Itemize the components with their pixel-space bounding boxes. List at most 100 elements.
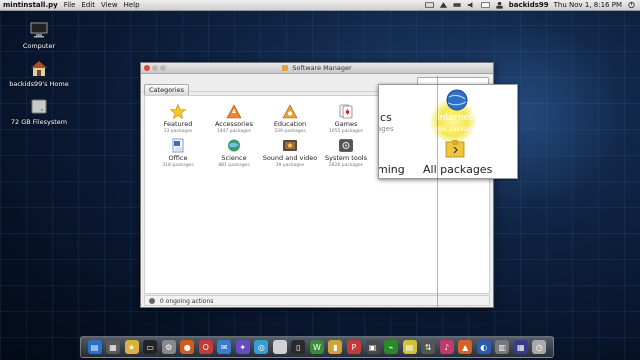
category-system-tools[interactable]: System tools 2826 packages [315, 138, 377, 168]
category-count: 2826 packages [328, 163, 364, 168]
zoom-fragment-graphics: ics [378, 111, 392, 124]
menu-file[interactable]: File [64, 1, 76, 9]
window-title: Software Manager [292, 64, 352, 72]
chat-icon[interactable]: ✦ [235, 340, 250, 354]
desktop-home[interactable]: backids99's Home [4, 58, 74, 88]
category-name: Science [221, 154, 247, 162]
word-icon[interactable]: W [309, 340, 324, 354]
activity-icon [149, 298, 155, 304]
window-titlebar[interactable]: Software Manager [141, 63, 493, 74]
presentation-icon[interactable]: P [346, 340, 361, 354]
desktop-label: 72 GB Filesystem [10, 118, 68, 126]
vlc-icon[interactable]: ▲ [458, 340, 473, 354]
category-accessories[interactable]: Accessories 1447 packages [203, 104, 265, 134]
browser-icon[interactable]: ◐ [476, 340, 491, 354]
archive-icon[interactable]: ▤ [402, 340, 417, 354]
monitor-icon[interactable]: ⌁ [384, 340, 399, 354]
category-office[interactable]: Office 318 packages [147, 138, 209, 168]
top-panel: mintinstall.py File Edit View Help backi… [0, 0, 640, 11]
files-icon[interactable]: ▦ [106, 340, 121, 354]
category-education[interactable]: Education 539 packages [259, 104, 321, 134]
app-title: mintinstall.py [3, 1, 58, 9]
category-name: Games [334, 120, 358, 128]
category-name: Accessories [214, 120, 254, 128]
maximize-button[interactable] [160, 65, 166, 71]
menu-edit[interactable]: Edit [81, 1, 95, 9]
minimize-button[interactable] [152, 65, 158, 71]
menu-icon[interactable]: ▤ [87, 340, 102, 354]
all-packages-icon [445, 140, 465, 158]
star-launcher-icon[interactable]: ★ [124, 340, 139, 354]
category-count: 318 packages [162, 163, 194, 168]
network-manager-icon[interactable]: ⇅ [421, 340, 436, 354]
category-name: Office [168, 154, 188, 162]
category-name: Education [273, 120, 307, 128]
system-tools-icon [339, 139, 353, 152]
category-count: 1447 packages [216, 129, 252, 134]
category-name: Sound and video [262, 154, 318, 162]
category-games[interactable]: Games 1055 packages [315, 104, 377, 134]
volume-icon[interactable] [467, 1, 476, 9]
mail-client-icon[interactable]: ✉ [217, 340, 232, 354]
category-featured[interactable]: Featured 33 packages [147, 104, 209, 134]
accessories-icon [226, 104, 242, 119]
sound-video-icon [283, 140, 297, 151]
category-count: 881 packages [218, 163, 250, 168]
category-science[interactable]: Science 881 packages [203, 138, 265, 168]
category-name: Featured [163, 120, 193, 128]
trash-icon[interactable]: ▥ [495, 340, 510, 354]
document-icon[interactable] [272, 340, 287, 354]
menu-help[interactable]: Help [124, 1, 140, 9]
clock[interactable]: Thu Nov 1, 8:16 PM [554, 1, 622, 9]
user-icon[interactable] [495, 1, 504, 9]
status-bar: 0 ongoing actions [144, 295, 490, 306]
science-icon [228, 139, 240, 152]
settings-icon[interactable]: ⚙ [161, 340, 176, 354]
firefox-icon[interactable]: ● [180, 340, 195, 354]
desktop-label: backids99's Home [9, 80, 69, 88]
power-icon[interactable] [627, 1, 636, 9]
mail-icon[interactable] [480, 1, 490, 9]
internet-count: 486 packages [434, 125, 480, 133]
category-count: 33 packages [163, 129, 193, 134]
desktop-computer[interactable]: Computer [4, 20, 74, 50]
opera-icon[interactable]: O [198, 340, 213, 354]
star-icon [170, 104, 186, 119]
category-count: 1055 packages [328, 129, 364, 134]
media-icon[interactable]: ♪ [439, 340, 454, 354]
folder-icon[interactable]: ▮ [328, 340, 343, 354]
battery-icon[interactable] [453, 1, 462, 9]
category-sound-video[interactable]: Sound and video 39 packages [259, 138, 321, 168]
workspace-icon[interactable]: ▦ [513, 340, 528, 354]
internet-label[interactable]: Internet [437, 113, 473, 123]
network-icon[interactable] [439, 1, 448, 9]
dock: ▤ ▦ ★ ▭ ⚙ ● O ✉ ✦ ◎ ▯ W ▮ P ▣ ⌁ ▤ ⇅ ♪ ▲ … [80, 336, 554, 358]
display-icon[interactable]: ▯ [291, 340, 306, 354]
close-button[interactable] [144, 65, 150, 71]
zoom-fragment-programming: ming [378, 163, 405, 176]
category-name: System tools [325, 154, 367, 162]
desktop-label: Computer [22, 42, 56, 50]
category-count: 39 packages [275, 163, 305, 168]
terminal-icon[interactable]: ▭ [143, 340, 158, 354]
ongoing-actions-label[interactable]: 0 ongoing actions [160, 298, 213, 305]
games-icon [339, 104, 353, 119]
computer-icon [30, 22, 48, 38]
zoom-magnifier: ics ages ming Internet 486 packages All … [378, 84, 518, 179]
category-count: 539 packages [274, 129, 306, 134]
home-icon [31, 61, 47, 76]
cursor-guide [437, 76, 438, 308]
desktop-filesystem[interactable]: 72 GB Filesystem [4, 96, 74, 126]
software-manager-icon [282, 65, 289, 71]
office-icon [172, 138, 184, 153]
zoom-fragment-packages: ages [378, 125, 394, 133]
keyboard-icon[interactable] [424, 1, 434, 9]
clock-app-icon[interactable]: ◷ [532, 340, 547, 354]
calculator-icon[interactable]: ▣ [365, 340, 380, 354]
network-app-icon[interactable]: ◎ [254, 340, 269, 354]
drive-icon [31, 99, 47, 114]
education-icon [282, 104, 298, 119]
all-packages-label[interactable]: All packages [423, 163, 492, 176]
username-label[interactable]: backids99 [509, 1, 549, 9]
menu-view[interactable]: View [101, 1, 118, 9]
